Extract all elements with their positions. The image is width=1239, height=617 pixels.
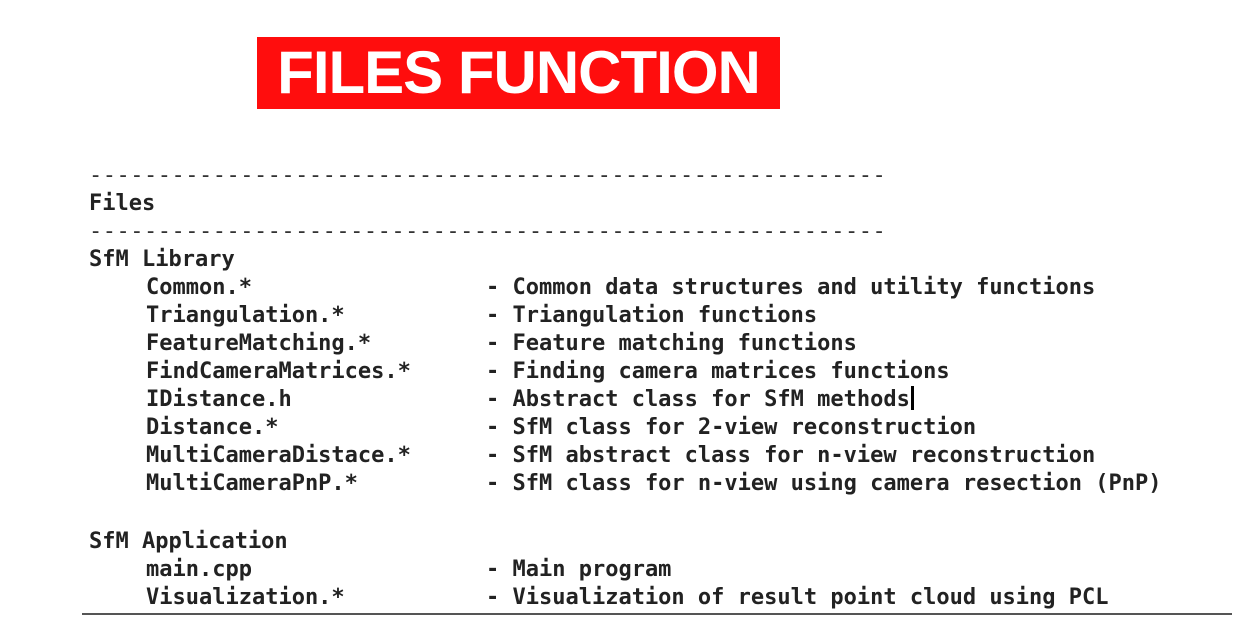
file-description: - SfM class for 2-view reconstruction [486, 415, 977, 440]
file-description: - SfM abstract class for n-view reconstr… [486, 443, 1096, 468]
page-title: FILES FUNCTION [277, 39, 761, 106]
file-name: MultiCameraPnP.* [146, 471, 358, 496]
file-description: - Finding camera matrices functions [486, 359, 950, 384]
file-description: - Feature matching functions [486, 331, 857, 356]
file-description: - Common data structures and utility fun… [486, 275, 1096, 300]
file-name: Triangulation.* [146, 303, 345, 328]
file-name: main.cpp [146, 557, 252, 582]
divider-top: ----------------------------------------… [89, 163, 887, 188]
bottom-divider [82, 613, 1232, 615]
title-banner: FILES FUNCTION [257, 37, 780, 109]
file-description: - Visualization of result point cloud us… [486, 585, 1109, 610]
library-heading: SfM Library [89, 247, 235, 272]
section-header: Files [89, 191, 156, 216]
file-name: Visualization.* [146, 585, 345, 610]
file-description: - Main program [486, 557, 672, 582]
application-heading: SfM Application [89, 529, 288, 554]
file-description: - Triangulation functions [486, 303, 818, 328]
file-name: IDistance.h [146, 387, 292, 412]
file-name: Distance.* [146, 415, 279, 440]
file-description: - SfM class for n-view using camera rese… [486, 471, 1162, 496]
file-name: FindCameraMatrices.* [146, 359, 411, 384]
file-description-with-cursor[interactable]: - Abstract class for SfM methods [486, 386, 914, 414]
file-name: Common.* [146, 275, 252, 300]
file-name: FeatureMatching.* [146, 331, 372, 356]
file-name: MultiCameraDistace.* [146, 443, 411, 468]
text-cursor [910, 386, 914, 410]
divider-bottom: ----------------------------------------… [89, 219, 887, 244]
file-description: - Abstract class for SfM methods [486, 387, 910, 412]
